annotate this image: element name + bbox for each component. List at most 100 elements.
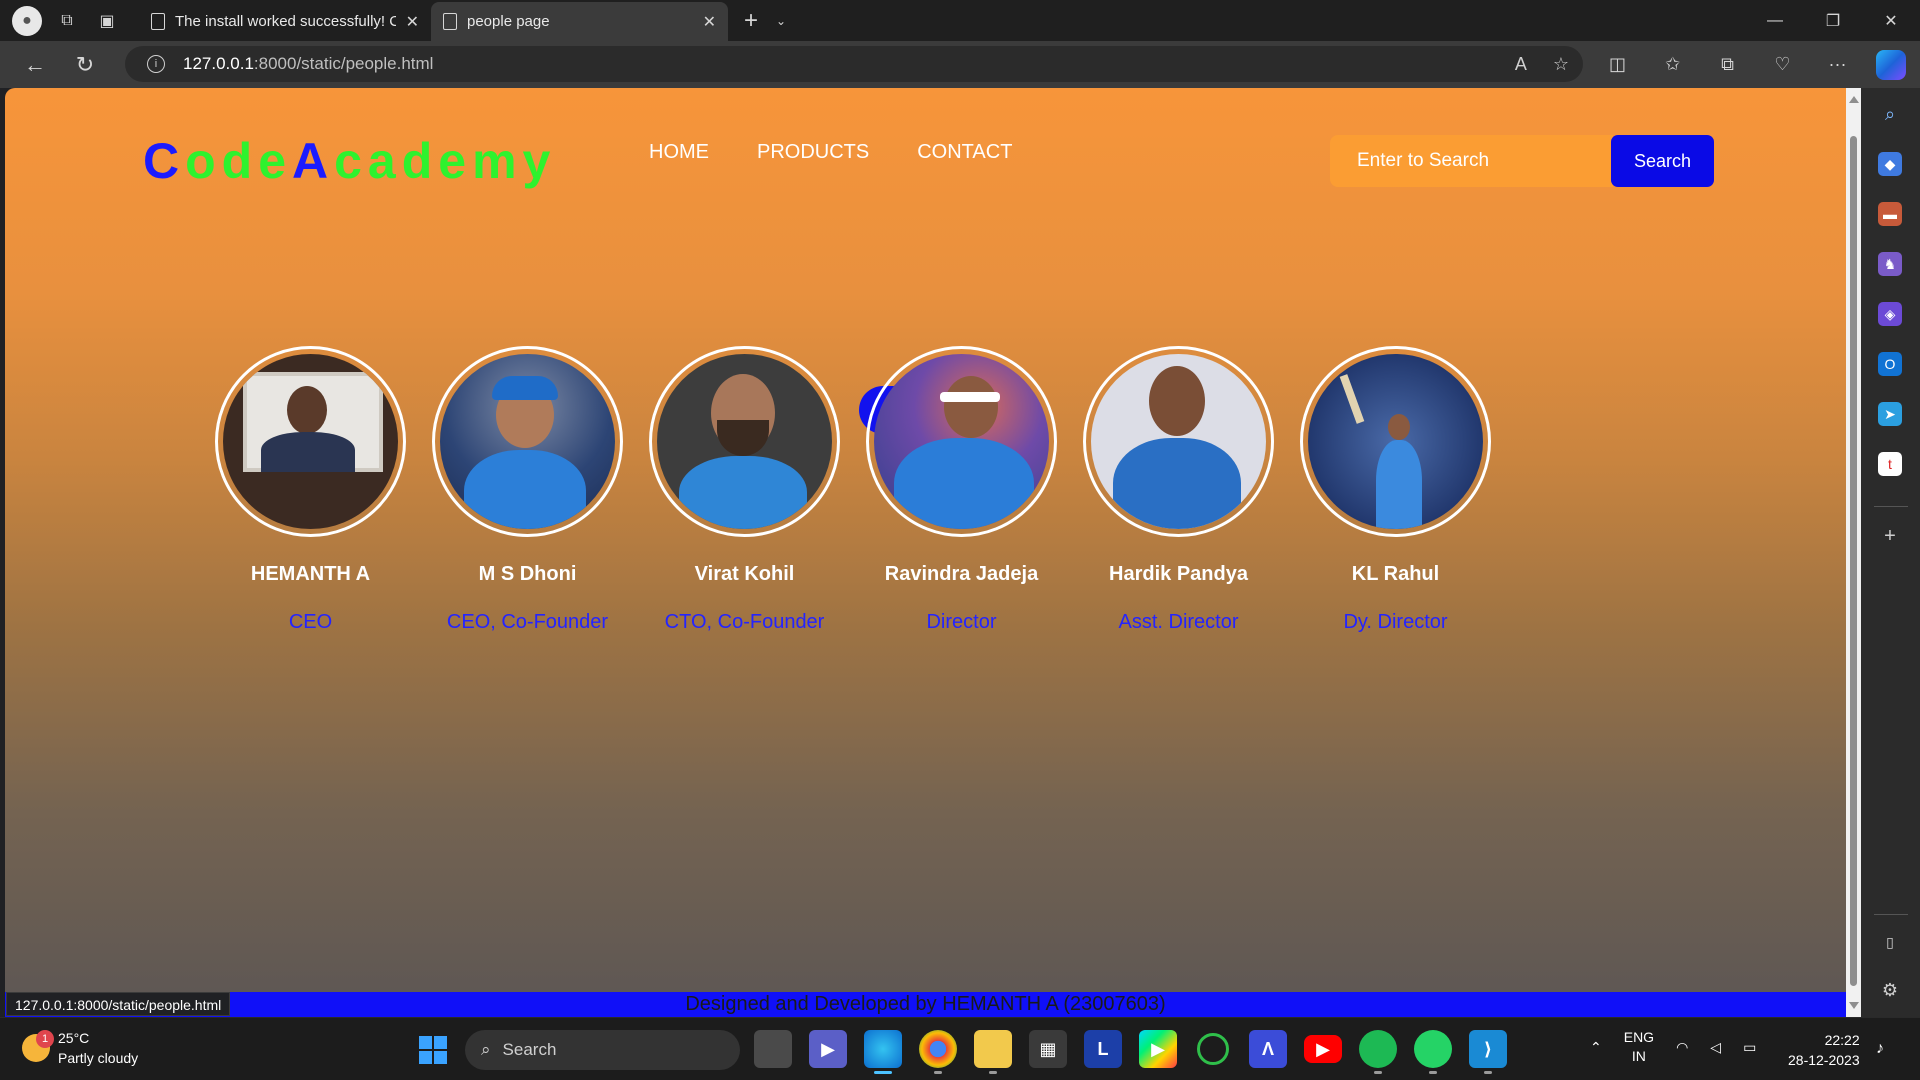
google-play-icon[interactable]: ▶ xyxy=(1139,1030,1177,1068)
edge-icon[interactable] xyxy=(864,1030,902,1074)
sidebar-divider xyxy=(1874,506,1908,507)
taskbar-search-label: Search xyxy=(502,1040,557,1059)
add-icon[interactable]: + xyxy=(1878,524,1902,548)
site-logo[interactable]: CodeAcademy xyxy=(143,132,556,190)
page-viewport: CodeAcademy HOME PRODUCTS PEOPLE CONTACT… xyxy=(5,88,1846,1017)
read-aloud-icon[interactable]: A xyxy=(1515,54,1527,75)
back-icon[interactable]: ← xyxy=(10,41,60,88)
address-bar[interactable]: i 127.0.0.1 :8000/static/people.html A ☆ xyxy=(125,46,1583,82)
settings-gear-icon[interactable]: ⚙ xyxy=(1878,978,1902,1002)
browser-toolbar-actions: ◫ ✩ ⧉ ♡ ··· xyxy=(1590,41,1865,88)
minimize-icon[interactable]: — xyxy=(1746,0,1804,41)
person-role: CEO xyxy=(288,611,333,633)
copilot-icon[interactable] xyxy=(1876,50,1906,80)
favorite-star-icon[interactable]: ☆ xyxy=(1553,54,1569,75)
avatar xyxy=(866,346,1057,537)
vscode-icon[interactable]: ⟩ xyxy=(1469,1030,1507,1074)
scroll-up-icon[interactable] xyxy=(1849,96,1859,103)
person-photo xyxy=(440,354,615,529)
person-photo xyxy=(874,354,1049,529)
search-input[interactable]: Enter to Search xyxy=(1330,135,1613,187)
person-name: Ravindra Jadeja xyxy=(884,563,1039,585)
window-controls: — ❐ ✕ xyxy=(1746,0,1920,41)
person-role: Asst. Director xyxy=(1118,611,1239,633)
chrome-icon[interactable] xyxy=(919,1030,957,1074)
weather-widget[interactable]: 1 25°C Partly cloudy xyxy=(22,1028,138,1068)
person-photo xyxy=(223,354,398,529)
collections-icon[interactable]: ⧉ xyxy=(1700,54,1755,75)
lang-code: ENG xyxy=(1623,1029,1655,1045)
search-icon: ⌕ xyxy=(481,1040,491,1059)
volume-icon[interactable]: ◁ xyxy=(1710,1039,1721,1056)
language-indicator[interactable]: ENG IN xyxy=(1624,1028,1654,1066)
refresh-icon[interactable]: ↻ xyxy=(60,41,110,88)
nav-contact[interactable]: CONTACT xyxy=(893,128,1036,176)
start-button[interactable] xyxy=(419,1036,447,1064)
edge-sidebar: ⌕ ◆ ▬ ♞ ◈ O ➤ t + ▯ ⚙ xyxy=(1861,88,1920,1017)
microsoft-365-icon[interactable]: ◈ xyxy=(1878,302,1902,326)
person-role: CEO, Co-Founder xyxy=(446,611,609,633)
info-icon[interactable]: i xyxy=(147,55,165,73)
youtube-icon[interactable]: ▶ xyxy=(1304,1035,1342,1063)
sidebar-divider xyxy=(1874,914,1908,915)
close-window-icon[interactable]: ✕ xyxy=(1862,0,1920,41)
scroll-thumb[interactable] xyxy=(1850,136,1857,986)
tab-title: The install worked successfully! C xyxy=(175,13,396,30)
tab-install[interactable]: The install worked successfully! C ✕ xyxy=(139,2,431,41)
l-app-icon[interactable]: L xyxy=(1084,1030,1122,1068)
file-explorer-icon[interactable] xyxy=(974,1030,1012,1074)
whatsapp-icon[interactable] xyxy=(1414,1030,1452,1074)
address-toolbar: ← ↻ i 127.0.0.1 :8000/static/people.html… xyxy=(0,41,1920,88)
person-photo xyxy=(657,354,832,529)
shopping-tag-icon[interactable]: ◆ xyxy=(1878,152,1902,176)
profile-button[interactable]: ● xyxy=(7,0,47,41)
person-role: CTO, Co-Founder xyxy=(664,611,825,633)
scroll-down-icon[interactable] xyxy=(1849,1002,1859,1009)
wifi-icon[interactable]: ◠ xyxy=(1676,1039,1688,1056)
person-name: Hardik Pandya xyxy=(1109,563,1248,585)
close-tab-icon[interactable]: ✕ xyxy=(703,12,716,32)
page-scrollbar[interactable] xyxy=(1846,88,1861,1017)
nav-home[interactable]: HOME xyxy=(625,128,733,176)
clock[interactable]: 22:22 28-12-2023 xyxy=(1788,1030,1860,1070)
games-icon[interactable]: ♞ xyxy=(1878,252,1902,276)
more-options-icon[interactable]: ··· xyxy=(1810,54,1865,75)
avatar xyxy=(649,346,840,537)
notification-badge: 1 xyxy=(36,1030,54,1048)
tools-icon[interactable]: ▬ xyxy=(1878,202,1902,226)
tab-people-page[interactable]: people page ✕ xyxy=(431,2,728,41)
search-button[interactable]: Search xyxy=(1611,135,1714,187)
split-screen-icon[interactable]: ◫ xyxy=(1590,54,1645,75)
tab-actions-icon[interactable]: ▣ xyxy=(87,0,127,41)
person-card: M S Dhoni CEO, Co-Founder xyxy=(432,346,623,634)
spotify-icon[interactable] xyxy=(1359,1030,1397,1074)
workspaces-icon[interactable]: ⧉ xyxy=(47,0,87,41)
chevron-up-icon[interactable]: ⌃ xyxy=(1590,1039,1602,1056)
new-tab-icon[interactable]: + xyxy=(744,7,758,35)
avatar xyxy=(1300,346,1491,537)
hide-sidebar-icon[interactable]: ▯ xyxy=(1878,930,1902,954)
avatar xyxy=(1083,346,1274,537)
tcs-icon[interactable]: t xyxy=(1878,452,1902,476)
outlook-icon[interactable]: O xyxy=(1878,352,1902,376)
favorites-icon[interactable]: ✩ xyxy=(1645,54,1700,75)
search-icon[interactable]: ⌕ xyxy=(1878,102,1902,126)
chevron-down-icon[interactable]: ⌄ xyxy=(776,14,786,28)
person-card: HEMANTH A CEO xyxy=(215,346,406,634)
battery-icon[interactable]: ▭ xyxy=(1743,1039,1756,1056)
browser-essentials-icon[interactable]: ♡ xyxy=(1755,54,1810,75)
taskbar-search[interactable]: ⌕ Search xyxy=(465,1030,740,1070)
url-path: :8000/static/people.html xyxy=(253,54,434,73)
arc-app-icon[interactable]: Λ xyxy=(1249,1030,1287,1068)
restore-icon[interactable]: ❐ xyxy=(1804,0,1862,41)
close-tab-icon[interactable]: ✕ xyxy=(406,12,419,32)
teams-icon[interactable]: ▶ xyxy=(809,1030,847,1068)
logo-text-cademy: cademy xyxy=(334,133,557,189)
send-icon[interactable]: ➤ xyxy=(1878,402,1902,426)
task-view-icon[interactable] xyxy=(754,1030,792,1068)
notification-bell-icon[interactable]: ♪ xyxy=(1876,1040,1884,1058)
logo-letter-a: A xyxy=(292,133,335,189)
microsoft-store-icon[interactable]: ▦ xyxy=(1029,1030,1067,1068)
nav-products[interactable]: PRODUCTS xyxy=(733,128,893,176)
circle-app-icon[interactable] xyxy=(1197,1033,1229,1065)
